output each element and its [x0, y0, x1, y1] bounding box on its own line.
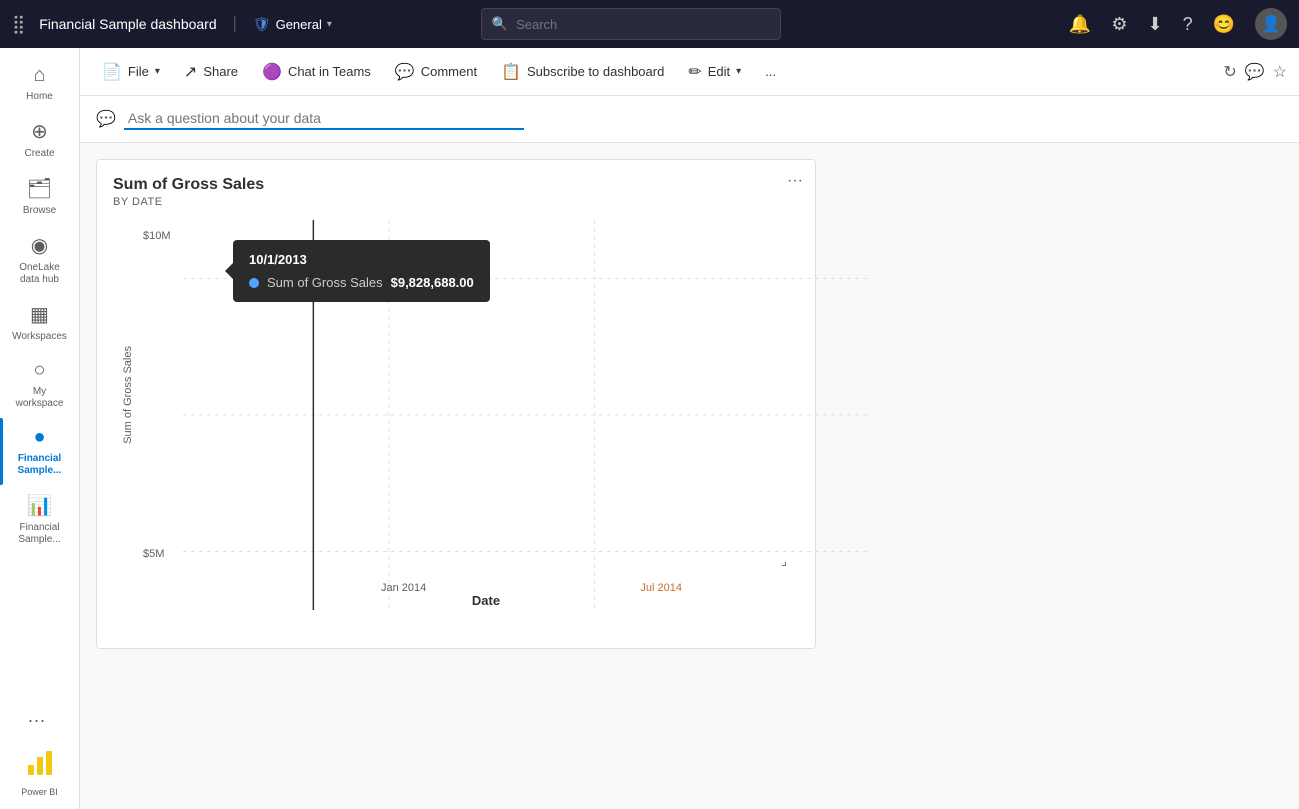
workspaces-icon: ▦ [30, 302, 49, 327]
x-axis-title: Date [183, 592, 789, 610]
comment-button[interactable]: 💬 Comment [385, 56, 487, 88]
chart-tile: Sum of Gross Sales BY DATE ··· Sum of Gr… [96, 159, 816, 649]
subscribe-icon: 📋 [501, 62, 521, 82]
sidebar-item-financial-report[interactable]: 📊 Financial Sample... [0, 485, 79, 554]
active-indicator [0, 418, 3, 485]
y-axis-ticks: $10M $5M [143, 220, 183, 570]
qa-bar: 💬 [80, 96, 1299, 143]
powerbi-label: Power BI [20, 787, 60, 801]
sidebar-item-onelake[interactable]: ◉ OneLake data hub [0, 225, 79, 294]
financial-active-icon: ● [33, 426, 45, 449]
onelake-icon: ◉ [31, 233, 48, 258]
sidebar-item-workspaces[interactable]: ▦ Workspaces [0, 294, 79, 351]
refresh-icon[interactable]: ↻ [1223, 62, 1236, 82]
search-input[interactable] [516, 17, 770, 32]
file-chevron-icon: ▾ [155, 66, 160, 77]
expand-icon[interactable]: ⌟ [781, 554, 787, 568]
chat-right-icon[interactable]: 💬 [1245, 62, 1265, 82]
file-button[interactable]: 📄 File ▾ [92, 56, 170, 88]
sidebar-item-home[interactable]: ⌂ Home [0, 56, 79, 111]
favorite-icon[interactable]: ☆ [1273, 62, 1287, 82]
subscribe-button[interactable]: 📋 Subscribe to dashboard [491, 56, 674, 88]
edit-chevron-icon: ▾ [736, 66, 741, 77]
chevron-down-icon: ▾ [327, 19, 332, 30]
edit-button[interactable]: ✏ Edit ▾ [678, 56, 751, 88]
financial-report-icon: 📊 [27, 493, 52, 518]
share-button[interactable]: ↗ Share [174, 56, 248, 88]
chart-title: Sum of Gross Sales [113, 176, 799, 194]
chart-more-icon[interactable]: ··· [787, 172, 803, 190]
notifications-icon[interactable]: 🔔 [1069, 14, 1091, 35]
workspace-selector[interactable]: 🛡 General ▾ [253, 16, 332, 33]
sidebar-item-create[interactable]: ⊕ Create [0, 111, 79, 168]
chart-svg [183, 220, 869, 610]
y-axis-label: Sum of Gross Sales [113, 220, 143, 570]
chart-subtitle: BY DATE [113, 196, 799, 208]
toolbar-right: ↻ 💬 ☆ [1223, 62, 1287, 82]
home-icon: ⌂ [33, 64, 45, 87]
top-actions: 🔔 ⚙ ⬇ ? 😊 👤 [1069, 8, 1287, 40]
my-workspace-icon: ○ [33, 359, 45, 382]
sidebar-more-icon[interactable]: ··· [20, 702, 60, 739]
sidebar-bottom: ··· Power BI [20, 702, 60, 801]
file-icon: 📄 [102, 62, 122, 82]
content-area: 📄 File ▾ ↗ Share 🟣 Chat in Teams 💬 Comme… [80, 48, 1299, 809]
create-icon: ⊕ [31, 119, 48, 144]
sidebar-item-my-workspace[interactable]: ○ My workspace [0, 351, 79, 418]
app-title: Financial Sample dashboard [39, 16, 216, 32]
edit-icon: ✏ [688, 62, 701, 82]
title-divider: | [233, 15, 237, 33]
shield-icon: 🛡 [253, 16, 271, 33]
download-icon[interactable]: ⬇ [1147, 14, 1162, 35]
toolbar: 📄 File ▾ ↗ Share 🟣 Chat in Teams 💬 Comme… [80, 48, 1299, 96]
settings-icon[interactable]: ⚙ [1111, 14, 1127, 35]
search-icon: 🔍 [492, 16, 508, 32]
dashboard: Sum of Gross Sales BY DATE ··· Sum of Gr… [80, 143, 1299, 809]
main-layout: ⌂ Home ⊕ Create 🗂 Browse ◉ OneLake data … [0, 48, 1299, 809]
powerbi-logo [20, 743, 60, 783]
sidebar-item-financial-sample-active[interactable]: ● Financial Sample... [0, 418, 79, 485]
more-button[interactable]: ... [755, 58, 786, 85]
sidebar: ⌂ Home ⊕ Create 🗂 Browse ◉ OneLake data … [0, 48, 80, 809]
help-icon[interactable]: ? [1183, 14, 1193, 35]
search-bar[interactable]: 🔍 [481, 8, 781, 40]
comment-icon: 💬 [395, 62, 415, 82]
sidebar-item-browse[interactable]: 🗂 Browse [0, 168, 79, 225]
feedback-icon[interactable]: 😊 [1213, 14, 1235, 35]
top-navbar: ⣿ Financial Sample dashboard | 🛡 General… [0, 0, 1299, 48]
qa-input[interactable] [124, 108, 524, 130]
chart-area: Sum of Gross Sales $10M $5M [113, 220, 799, 610]
avatar[interactable]: 👤 [1255, 8, 1287, 40]
share-icon: ↗ [184, 62, 197, 82]
workspace-name: General [276, 17, 322, 32]
browse-icon: 🗂 [27, 176, 52, 201]
apps-icon[interactable]: ⣿ [12, 14, 25, 35]
chat-button[interactable]: 🟣 Chat in Teams [252, 56, 381, 88]
chat-icon: 🟣 [262, 62, 282, 82]
qa-icon: 💬 [96, 109, 116, 129]
